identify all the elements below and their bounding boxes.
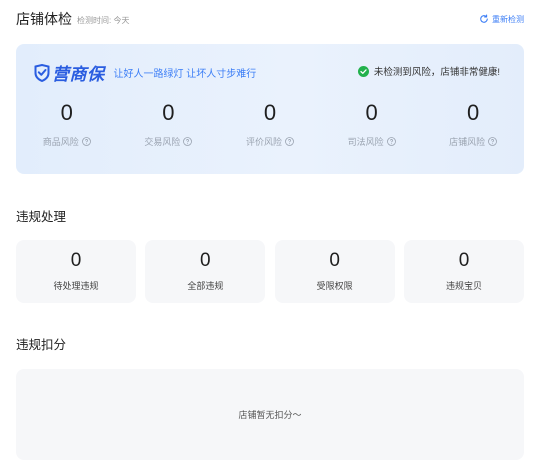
violation-value: 0 [329,250,340,271]
violation-card-all[interactable]: 0 全部违规 [145,240,266,303]
store-health-card: 营商保 让好人一路绿灯 让坏人寸步难行 未检测到风险，店铺非常健康! 0 商品风… [16,44,524,174]
risk-item-trade[interactable]: 0 交易风险 [118,99,220,148]
shield-check-icon [34,63,50,82]
risk-label: 店铺风险 [422,135,524,148]
risk-value: 0 [365,100,378,125]
recheck-label: 重新检测 [492,14,524,24]
brand-logo: 营商保 [34,60,105,85]
risk-label-text: 交易风险 [144,137,181,147]
violation-label: 受限权限 [316,281,353,291]
violation-card-items[interactable]: 0 违规宝贝 [403,240,524,303]
risk-label-text: 店铺风险 [449,137,486,147]
risk-item-review[interactable]: 0 评价风险 [219,99,321,148]
risk-list: 0 商品风险 0 交易风险 0 评价风险 0 司法风险 0 店铺风险 [16,99,524,148]
help-icon[interactable] [488,137,498,146]
deduction-panel: 店铺暂无扣分～ [16,369,524,460]
violations-section-title: 违规处理 [16,210,67,224]
risk-label: 评价风险 [219,135,321,148]
risk-label: 司法风险 [321,135,423,148]
violation-value: 0 [200,250,211,271]
brand-row: 营商保 让好人一路绿灯 让坏人寸步难行 [34,60,256,85]
help-icon[interactable] [386,137,396,146]
risk-label: 商品风险 [16,135,118,148]
page-title: 店铺体检 [16,11,72,27]
deductions-section-title: 违规扣分 [16,338,67,352]
refresh-icon [479,14,489,24]
violation-value: 0 [70,250,82,271]
violation-card-pending[interactable]: 0 待处理违规 [16,240,136,303]
risk-value: 0 [467,100,480,125]
violation-card-restricted[interactable]: 0 受限权限 [274,240,395,303]
risk-value: 0 [263,100,277,125]
risk-value: 0 [162,100,175,125]
health-status-text: 未检测到风险，店铺非常健康! [373,67,500,78]
deduction-empty-text: 店铺暂无扣分～ [238,410,302,420]
health-status: 未检测到风险，店铺非常健康! [357,64,500,78]
check-circle-icon [357,65,369,77]
risk-item-store[interactable]: 0 店铺风险 [422,99,524,148]
risk-label-text: 评价风险 [245,137,282,147]
risk-label-text: 司法风险 [347,137,384,147]
check-time: 检测时间: 今天 [77,15,130,25]
violation-label: 违规宝贝 [445,281,482,291]
help-icon[interactable] [285,137,294,146]
help-icon[interactable] [183,137,193,146]
recheck-button[interactable]: 重新检测 [479,14,524,25]
brand-name: 营商保 [52,65,105,84]
risk-label: 交易风险 [118,135,220,148]
risk-label-text: 商品风险 [42,137,79,147]
violation-list: 0 待处理违规 0 全部违规 0 受限权限 0 违规宝贝 [16,240,524,303]
risk-item-product[interactable]: 0 商品风险 [16,99,118,148]
violation-value: 0 [458,250,470,271]
risk-value: 0 [60,100,73,125]
violation-label: 全部违规 [187,281,224,291]
page-header: 店铺体检 检测时间: 今天 重新检测 [16,9,524,29]
violation-label: 待处理违规 [53,281,99,291]
risk-item-judicial[interactable]: 0 司法风险 [321,99,423,148]
brand-slogan: 让好人一路绿灯 让坏人寸步难行 [113,69,257,80]
help-icon[interactable] [81,137,91,146]
